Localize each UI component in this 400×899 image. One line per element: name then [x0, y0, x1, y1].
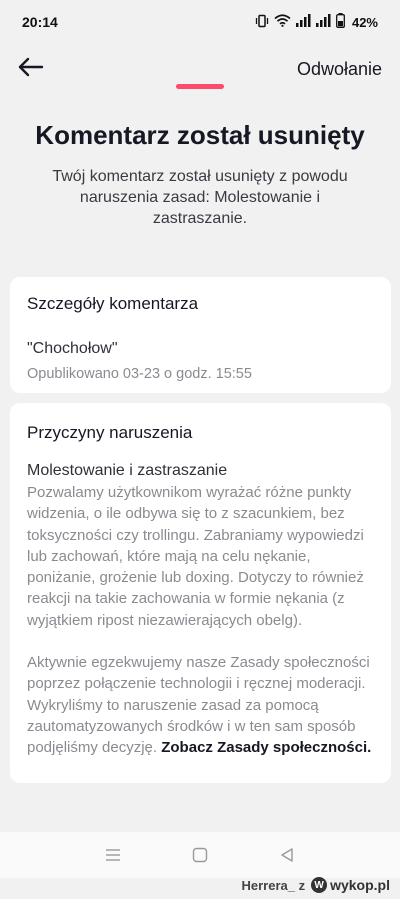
- battery-percent: 42%: [351, 14, 378, 30]
- page-subtitle: Twój komentarz został usunięty z powodu …: [52, 168, 348, 227]
- violation-reasons-card: Przyczyny naruszenia Molestowanie i zast…: [10, 403, 391, 783]
- status-time: 20:14: [22, 14, 58, 30]
- status-bar: 20:14 42%: [0, 0, 400, 44]
- back-triangle-icon[interactable]: [277, 845, 297, 865]
- reason-title: Molestowanie i zastraszanie: [27, 462, 228, 479]
- enforcement-description: Aktywnie egzekwujemy nasze Zasady społec…: [27, 652, 374, 758]
- back-button[interactable]: [18, 55, 46, 83]
- watermark-brand: wykop.pl: [330, 877, 390, 893]
- appeal-button[interactable]: Odwołanie: [297, 59, 382, 80]
- system-nav-bar: [0, 832, 400, 878]
- watermark-user: Herrera_ z: [241, 877, 306, 893]
- status-icons: 42%: [255, 13, 378, 31]
- home-square-icon[interactable]: [190, 845, 210, 865]
- community-guidelines-link[interactable]: Zobacz Zasady społeczności.: [161, 739, 371, 756]
- wykop-logo-icon: W: [311, 877, 328, 893]
- published-date: Opublikowano 03-23 o godz. 15:55: [27, 366, 252, 382]
- watermark: Herrera_ z W wykop.pl: [241, 877, 390, 893]
- battery-icon: [336, 13, 345, 31]
- signal-icon: [315, 14, 331, 30]
- watermark-logo: W wykop.pl: [311, 877, 390, 893]
- reason-description: Pozwalamy użytkownikom wyrażać różne pun…: [27, 484, 364, 629]
- wifi-icon: [274, 14, 291, 30]
- signal-icon: [295, 14, 311, 30]
- comment-details-card: Szczegóły komentarza "Chochołow" Opublik…: [10, 277, 391, 393]
- details-heading: Szczegóły komentarza: [27, 294, 199, 313]
- page-title: Komentarz został usunięty: [35, 120, 365, 150]
- comment-text: "Chochołow": [27, 340, 118, 357]
- arrow-left-icon: [18, 57, 44, 82]
- accent-indicator: [176, 84, 224, 89]
- vibrate-icon: [255, 14, 269, 31]
- menu-icon[interactable]: [103, 845, 123, 865]
- reasons-heading: Przyczyny naruszenia: [27, 423, 193, 442]
